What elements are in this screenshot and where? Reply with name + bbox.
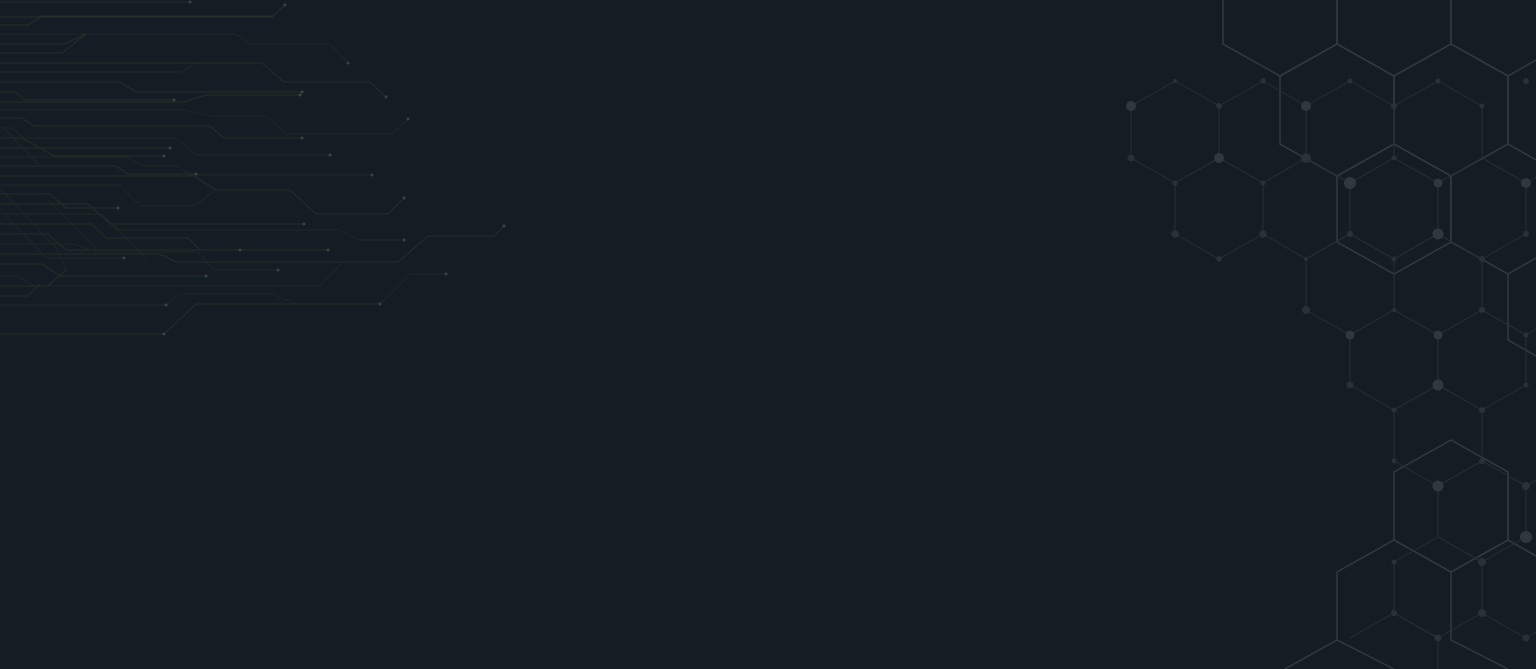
app-background (0, 0, 1536, 669)
hexagon-network-decoration (1126, 0, 1536, 669)
circuit-lines-decoration (0, 0, 506, 336)
